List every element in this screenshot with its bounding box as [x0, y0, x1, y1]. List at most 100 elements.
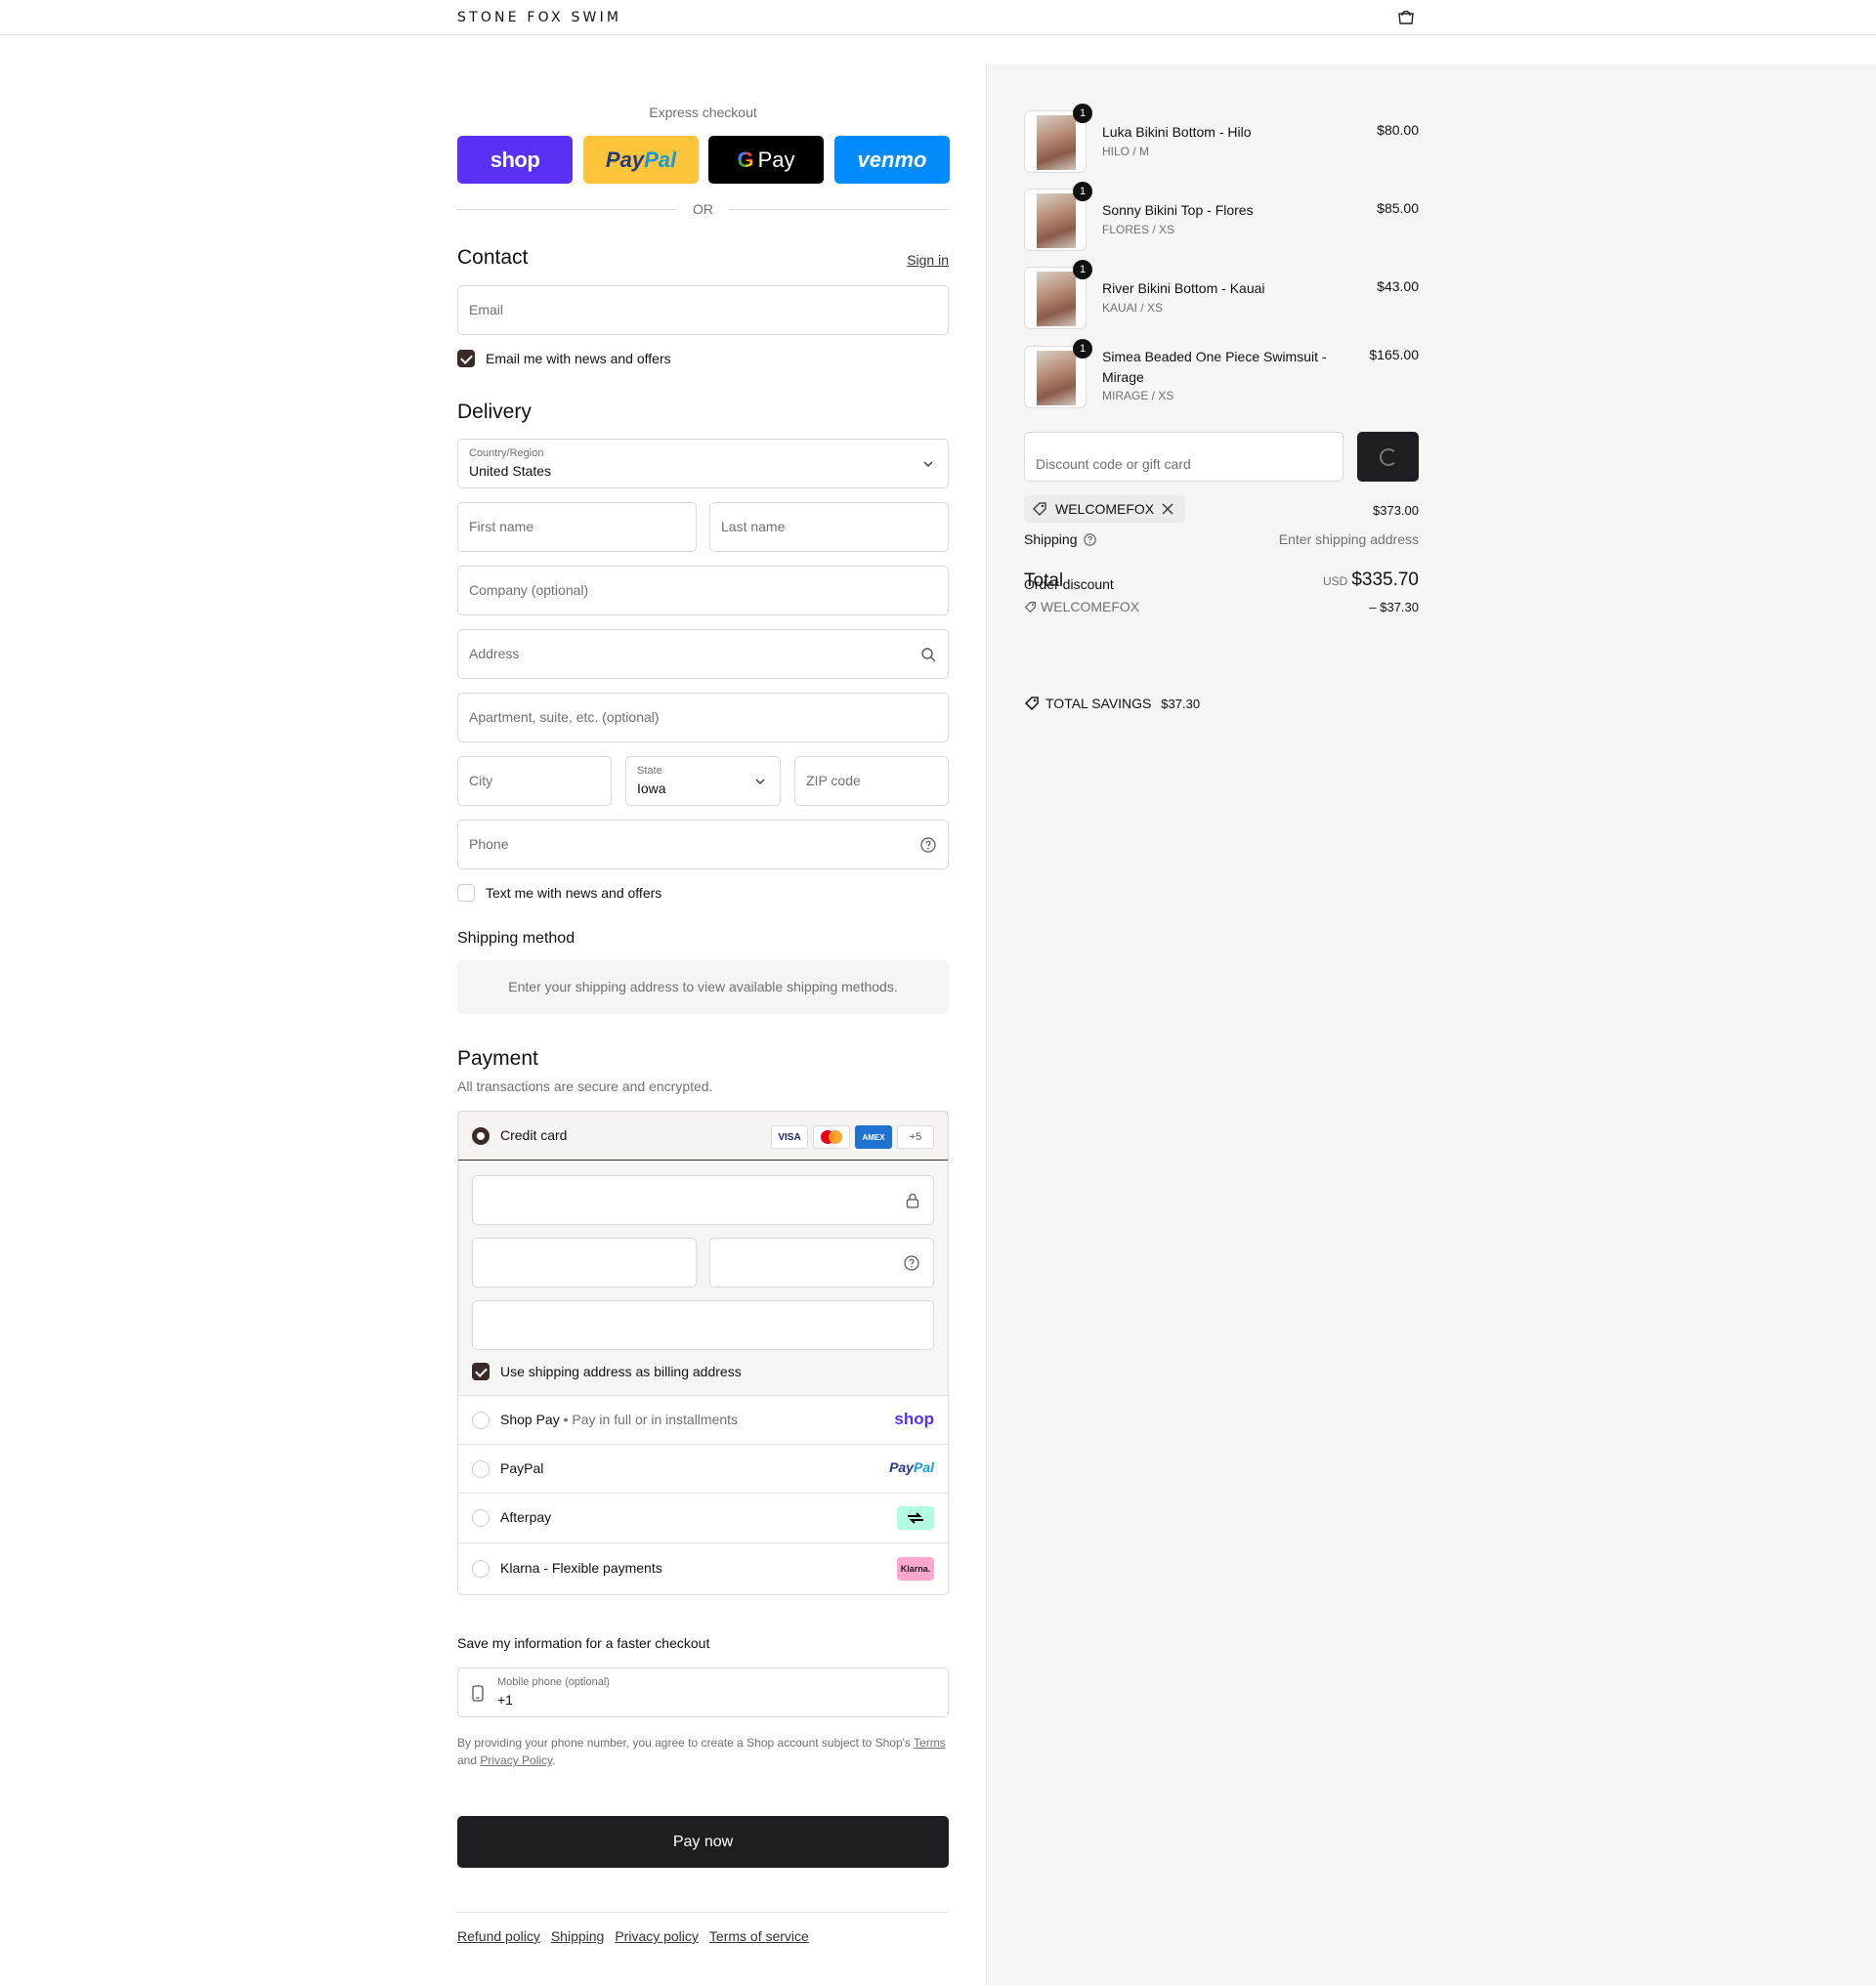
subtotal-value: $373.00 [1373, 503, 1419, 518]
product-price: $165.00 [1369, 347, 1419, 362]
cart-item: 1 Sonny Bikini Top - Flores FLORES / XS … [1024, 182, 1419, 255]
venmo-button[interactable]: venmo [834, 136, 950, 184]
shop-pay-label: Shop Pay • Pay in full or in installment… [500, 1412, 739, 1427]
credit-card-fields: Use shipping address as billing address [458, 1161, 948, 1396]
afterpay-radio[interactable] [472, 1509, 490, 1527]
discount-amount: – $37.30 [1369, 600, 1419, 614]
total-value: $335.70 [1351, 570, 1419, 590]
help-icon[interactable] [920, 837, 936, 853]
total-savings-value: $37.30 [1161, 697, 1201, 711]
email-placeholder: Email [469, 302, 504, 317]
city-placeholder: City [469, 773, 493, 788]
klarna-option[interactable]: Klarna - Flexible payments Klarna. [458, 1543, 948, 1594]
shipping-label: Shipping [1024, 531, 1097, 547]
discount-code-placeholder: Discount code or gift card [1036, 456, 1191, 472]
last-name-field[interactable]: Last name [709, 502, 949, 552]
card-number-field[interactable] [472, 1175, 934, 1225]
credit-card-radio[interactable] [472, 1127, 490, 1145]
shop-pay-option[interactable]: Shop Pay • Pay in full or in installment… [458, 1396, 948, 1445]
help-icon[interactable] [1084, 533, 1097, 546]
payment-heading: Payment [457, 1047, 538, 1070]
search-icon [921, 648, 936, 662]
loading-spinner-icon [1379, 447, 1397, 466]
shop-pay-radio[interactable] [472, 1412, 490, 1429]
quantity-badge: 1 [1073, 104, 1092, 123]
lock-icon [906, 1193, 919, 1208]
text-news-label: Text me with news and offers [486, 885, 662, 901]
quantity-badge: 1 [1073, 339, 1092, 359]
privacy-policy-link[interactable]: Privacy Policy [480, 1753, 552, 1767]
terms-of-service-link[interactable]: Terms of service [709, 1928, 809, 1944]
bag-icon[interactable] [1396, 9, 1416, 24]
paypal-option[interactable]: PayPal PayPal [458, 1445, 948, 1494]
payment-subtitle: All transactions are secure and encrypte… [457, 1078, 713, 1094]
product-name: Luka Bikini Bottom - Hilo [1102, 124, 1252, 140]
sign-in-link[interactable]: Sign in [907, 252, 949, 268]
discount-code-label: WELCOMEFOX [1041, 599, 1140, 614]
contact-heading: Contact [457, 246, 529, 269]
company-placeholder: Company (optional) [469, 582, 589, 598]
phone-field[interactable]: Phone [457, 820, 949, 869]
state-select[interactable]: State Iowa [625, 756, 781, 806]
mastercard-icon [813, 1125, 850, 1149]
store-logo[interactable]: STONE FOX SWIM [457, 10, 621, 25]
mobile-phone-label: Mobile phone (optional) [497, 1676, 610, 1688]
security-code-field[interactable] [709, 1238, 934, 1288]
apartment-field[interactable]: Apartment, suite, etc. (optional) [457, 693, 949, 742]
name-on-card-field[interactable] [472, 1300, 934, 1350]
privacy-policy-footer-link[interactable]: Privacy policy [615, 1928, 699, 1944]
legal-text-b: and [457, 1753, 481, 1767]
shipping-policy-link[interactable]: Shipping [551, 1928, 605, 1944]
product-price: $43.00 [1377, 278, 1419, 294]
last-name-placeholder: Last name [721, 519, 786, 534]
address-field[interactable]: Address [457, 629, 949, 679]
tag-icon [1033, 502, 1046, 516]
zip-placeholder: ZIP code [806, 773, 861, 788]
quantity-badge: 1 [1073, 260, 1092, 279]
paypal-label: PayPal [500, 1460, 544, 1476]
paypal-logo-a: Pay [889, 1459, 914, 1475]
paypal-logo-b: Pal [644, 147, 677, 172]
apply-discount-button[interactable] [1357, 432, 1419, 482]
help-icon[interactable] [904, 1255, 919, 1271]
state-label: State [637, 765, 662, 777]
credit-card-option[interactable]: Credit card VISA AMEX +5 [458, 1112, 948, 1161]
product-price: $85.00 [1377, 200, 1419, 216]
shipping-value: Enter shipping address [1278, 531, 1419, 547]
company-field[interactable]: Company (optional) [457, 566, 949, 615]
footer-links: Refund policy Shipping Privacy policy Terms… [457, 1928, 820, 1944]
first-name-field[interactable]: First name [457, 502, 697, 552]
email-field[interactable]: Email [457, 285, 949, 335]
klarna-radio[interactable] [472, 1560, 490, 1578]
cart-item: 1 River Bikini Bottom - Kauai KAUAI / XS… [1024, 260, 1419, 333]
expiration-field[interactable] [472, 1238, 697, 1288]
city-field[interactable]: City [457, 756, 612, 806]
shop-pay-button[interactable]: shop [457, 136, 573, 184]
close-icon[interactable] [1162, 503, 1173, 515]
google-pay-button[interactable]: G Pay [708, 136, 824, 184]
product-name: Sonny Bikini Top - Flores [1102, 202, 1254, 218]
chevron-down-icon [923, 461, 933, 468]
or-label: OR [693, 201, 713, 217]
country-select[interactable]: Country/Region United States [457, 439, 949, 488]
discount-code-field[interactable]: Discount code or gift card [1024, 432, 1343, 482]
credit-card-label: Credit card [500, 1127, 568, 1143]
email-news-checkbox[interactable] [457, 350, 475, 367]
billing-address-checkbox[interactable] [472, 1363, 490, 1380]
pay-now-button[interactable]: Pay now [457, 1816, 949, 1868]
zip-field[interactable]: ZIP code [794, 756, 949, 806]
product-price: $80.00 [1377, 122, 1419, 138]
state-value: Iowa [637, 781, 666, 796]
billing-address-label: Use shipping address as billing address [500, 1364, 742, 1379]
mobile-phone-field[interactable]: Mobile phone (optional) +1 [457, 1668, 949, 1717]
text-news-checkbox[interactable] [457, 884, 475, 902]
paypal-radio[interactable] [472, 1460, 490, 1478]
savings-tag-icon [1024, 697, 1039, 711]
refund-policy-link[interactable]: Refund policy [457, 1928, 540, 1944]
product-name: Simea Beaded One Piece Swimsuit - Mirage [1102, 349, 1327, 385]
terms-link[interactable]: Terms [914, 1736, 946, 1750]
paypal-button[interactable]: Pay Pal [583, 136, 699, 184]
afterpay-option[interactable]: Afterpay [458, 1494, 948, 1543]
paypal-logo-b: Pal [913, 1459, 934, 1475]
google-pay-label: Pay [757, 147, 795, 172]
